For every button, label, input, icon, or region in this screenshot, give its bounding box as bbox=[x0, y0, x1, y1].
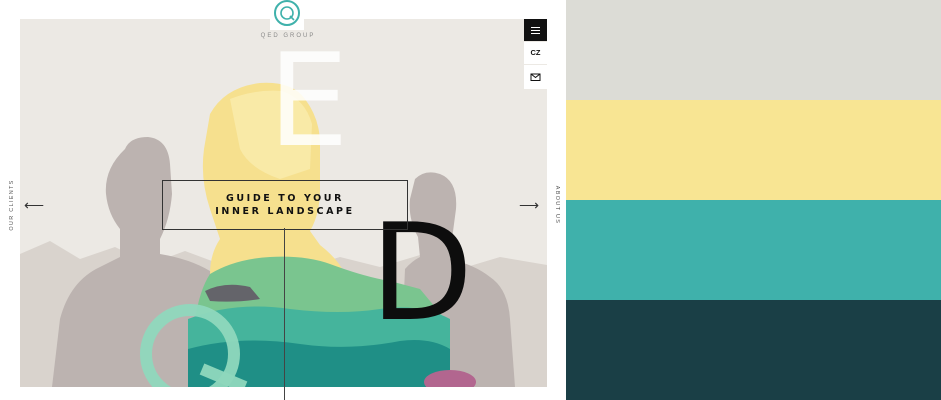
menu-button[interactable] bbox=[524, 19, 547, 41]
headline: GUIDE TO YOUR INNER LANDSCAPE bbox=[163, 192, 407, 218]
color-palette bbox=[566, 0, 941, 400]
letter-e: E bbox=[268, 27, 349, 176]
website-preview: E D QED GROUP GUIDE TO YOUR INNER LANDSC… bbox=[0, 0, 566, 400]
arrow-right-icon[interactable]: ⟶ bbox=[519, 198, 539, 212]
swatch-dark-teal bbox=[566, 300, 941, 400]
hamburger-icon bbox=[531, 27, 540, 28]
brand-logo[interactable] bbox=[270, 0, 304, 30]
about-us-nav[interactable]: ABOUT US bbox=[549, 180, 563, 240]
our-clients-nav[interactable]: OUR CLIENTS bbox=[4, 179, 18, 240]
envelope-icon bbox=[530, 73, 541, 81]
mail-button[interactable] bbox=[524, 65, 547, 89]
our-clients-label: OUR CLIENTS bbox=[9, 179, 15, 231]
language-button[interactable]: CZ bbox=[524, 42, 547, 64]
headline-frame: GUIDE TO YOUR INNER LANDSCAPE bbox=[162, 180, 408, 230]
brand-name: QED GROUP bbox=[260, 33, 316, 39]
headline-line-1: GUIDE TO YOUR bbox=[225, 193, 345, 204]
divider-line bbox=[284, 228, 285, 400]
headline-line-2: INNER LANDSCAPE bbox=[215, 206, 355, 217]
swatch-yellow bbox=[566, 100, 941, 200]
arrow-left-icon[interactable]: ⟵ bbox=[24, 198, 44, 212]
swatch-teal bbox=[566, 200, 941, 300]
about-us-label: ABOUT US bbox=[554, 185, 560, 225]
hamburger-icon bbox=[531, 33, 540, 34]
swatch-light-gray bbox=[566, 0, 941, 100]
q-logo-icon bbox=[270, 0, 304, 30]
hamburger-icon bbox=[531, 30, 540, 31]
